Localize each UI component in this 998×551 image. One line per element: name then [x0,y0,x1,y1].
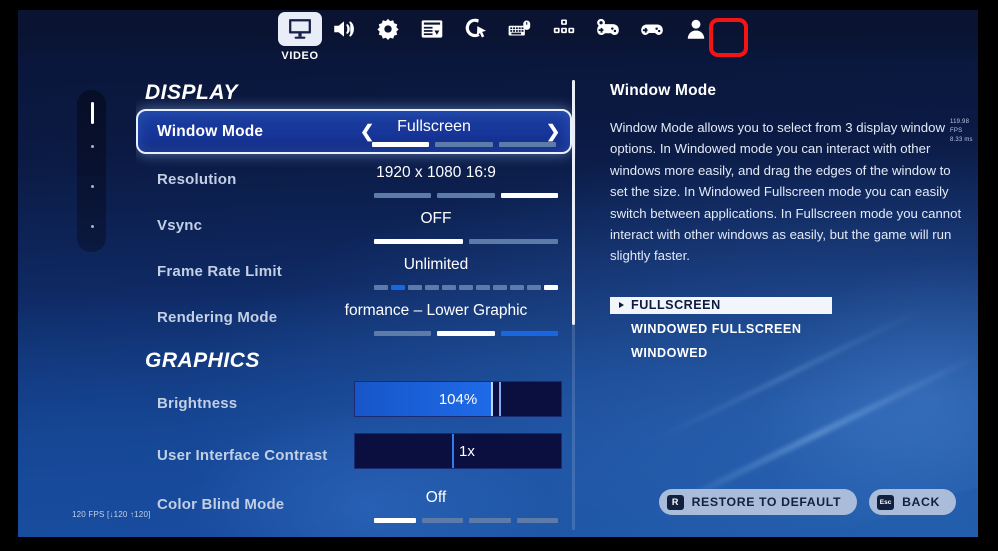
tab-video[interactable]: VIDEO [278,12,322,62]
value-segments [372,142,556,147]
brightness-slider[interactable]: 104% [354,381,562,417]
action-button-bar: R RESTORE TO DEFAULT Esc BACK [658,489,956,515]
tab-input[interactable] [454,12,498,46]
value-segments [374,193,558,198]
fps-overlay-bottom-left: 120 FPS [↓120 ↑120] [72,510,151,519]
section-title-display: DISPLAY [145,81,238,104]
value-segments [374,518,558,523]
setting-label: Frame Rate Limit [157,262,282,280]
tab-game[interactable] [366,12,410,46]
fps-value: 119.98 FPS [950,119,970,134]
frame-right [978,0,998,551]
setting-row-ui-contrast[interactable]: User Interface Contrast 1x [136,429,576,481]
cursor-click-icon [465,18,487,38]
setting-row-color-blind-mode[interactable]: Color Blind Mode Off [136,481,576,527]
option-label: WINDOWED FULLSCREEN [631,322,802,337]
tab-keyboard[interactable] [498,12,542,46]
settings-scrollbar[interactable] [572,80,575,325]
dpad-blocks-icon [553,19,575,34]
setting-label: Vsync [157,216,203,234]
next-value-arrow[interactable]: ❯ [546,122,560,142]
info-option-list: FULLSCREEN WINDOWED FULLSCREEN WINDOWED [610,296,832,362]
tab-account[interactable] [674,12,718,46]
person-icon [687,19,705,39]
option-label: WINDOWED [631,346,708,361]
setting-label: Brightness [157,394,238,412]
ui-contrast-slider[interactable]: 1x [354,433,562,469]
setting-label: Color Blind Mode [157,495,285,513]
value-segments [374,285,558,290]
tab-video-label: VIDEO [281,50,319,62]
setting-value: OFF [420,210,452,227]
setting-label: Window Mode [157,122,264,140]
setting-value: 1920 x 1080 16:9 [376,164,496,181]
setting-value: Off [425,489,447,506]
setting-value: formance – Lower Graphic [344,302,528,319]
setting-label: Resolution [157,170,237,188]
tab-controller[interactable] [586,12,630,46]
rail-dot-1[interactable] [91,145,94,148]
key-hint-esc: Esc [877,494,895,510]
game-screen: VIDEO DISPLAY Window Mode ❮ Fullscreen ❯… [18,10,978,537]
tab-wireless[interactable] [542,12,586,46]
rail-dot-3[interactable] [91,225,94,228]
value-segments [374,331,558,336]
gamepad-icon [641,24,663,35]
app-root: VIDEO DISPLAY Window Mode ❮ Fullscreen ❯… [0,0,998,551]
controller-gear-icon [597,18,619,35]
slider-value: 104% [438,391,478,408]
restore-button-label: RESTORE TO DEFAULT [691,495,842,509]
frame-left [0,0,18,551]
setting-value: Fullscreen [397,118,471,135]
frame-bottom [0,537,998,551]
setting-label: Rendering Mode [157,308,278,326]
settings-tab-bar: VIDEO [18,10,978,62]
key-hint-r: R [666,494,684,510]
setting-row-color-blind-strength[interactable]: Color Blind Strength 5 [136,527,576,537]
option-label: FULLSCREEN [631,298,721,313]
section-rail[interactable] [77,90,106,252]
rail-dot-2[interactable] [91,185,94,188]
setting-row-vsync[interactable]: Vsync OFF [136,202,576,248]
tab-audio[interactable] [322,12,366,46]
info-option-fullscreen[interactable]: FULLSCREEN [610,296,832,314]
gear-icon [377,18,399,41]
rail-active-indicator [91,102,94,124]
back-button-label: BACK [902,495,940,509]
frame-top [0,0,998,10]
slider-value: 1x [459,443,475,460]
monitor-icon [289,19,311,39]
value-segments [374,239,558,244]
frametime-value: 8.33 ms [950,137,973,143]
settings-list: DISPLAY Window Mode ❮ Fullscreen ❯ Resol… [136,72,576,537]
setting-row-resolution[interactable]: Resolution 1920 x 1080 16:9 [136,156,576,202]
setting-row-rendering-mode[interactable]: Rendering Mode formance – Lower Graphic [136,294,576,340]
info-option-windowed[interactable]: WINDOWED [610,345,832,362]
info-option-windowed-fullscreen[interactable]: WINDOWED FULLSCREEN [610,321,832,338]
info-description: Window Mode allows you to select from 3 … [610,120,962,264]
setting-row-window-mode[interactable]: Window Mode ❮ Fullscreen ❯ [136,109,572,154]
setting-value: Unlimited [403,256,469,273]
tab-brightness[interactable] [410,12,454,46]
setting-row-brightness[interactable]: Brightness 104% [136,377,576,429]
info-panel: Window Mode Window Mode allows you to se… [610,82,970,369]
setting-label: User Interface Contrast [157,446,328,464]
back-button[interactable]: Esc BACK [869,489,956,515]
speaker-icon [334,21,354,37]
display-card-icon [421,20,443,38]
section-title-graphics: GRAPHICS [145,349,260,372]
restore-to-default-button[interactable]: R RESTORE TO DEFAULT [658,489,858,515]
keyboard-mouse-icon [508,20,531,36]
setting-row-frame-rate-limit[interactable]: Frame Rate Limit Unlimited [136,248,576,294]
info-title: Window Mode [610,82,717,99]
fps-overlay: 119.98 FPS 8.33 ms [950,118,978,145]
tab-gamepad[interactable] [630,12,674,46]
